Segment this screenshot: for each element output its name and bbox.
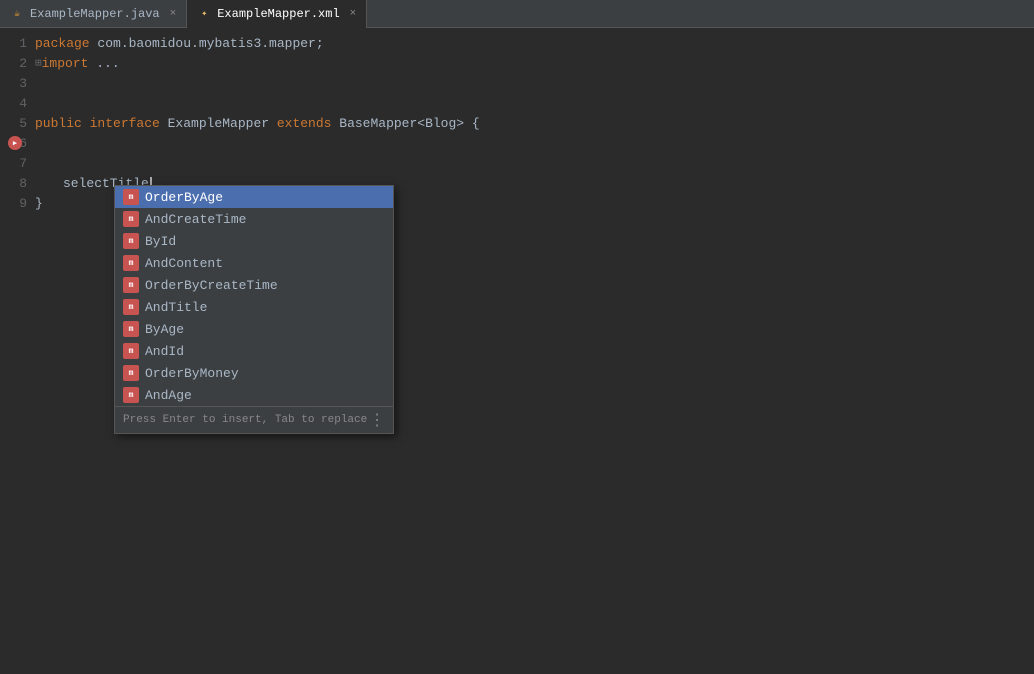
code-line-3: [35, 74, 1034, 94]
autocomplete-hint: Press Enter to insert, Tab to replace: [123, 414, 367, 426]
keyword-interface: interface: [90, 114, 168, 134]
autocomplete-list[interactable]: m OrderByAge m AndCreateTime m ById m An…: [115, 186, 393, 406]
base-class: BaseMapper<Blog>: [339, 114, 464, 134]
ac-icon-3: m: [123, 233, 139, 249]
tab-xml[interactable]: ✦ ExampleMapper.xml ×: [187, 0, 367, 28]
code-line-1: package com.baomidou.mybatis3.mapper;: [35, 34, 1034, 54]
autocomplete-dropdown: m OrderByAge m AndCreateTime m ById m An…: [114, 185, 394, 434]
autocomplete-item-6[interactable]: m AndTitle: [115, 296, 393, 318]
ac-icon-9: m: [123, 365, 139, 381]
xml-file-icon: ✦: [197, 7, 211, 21]
tab-java-label: ExampleMapper.java: [30, 7, 160, 21]
autocomplete-item-5[interactable]: m OrderByCreateTime: [115, 274, 393, 296]
autocomplete-item-2[interactable]: m AndCreateTime: [115, 208, 393, 230]
ac-icon-4: m: [123, 255, 139, 271]
ac-icon-6: m: [123, 299, 139, 315]
autocomplete-item-8[interactable]: m AndId: [115, 340, 393, 362]
keyword-package: package: [35, 34, 97, 54]
ac-label-10: AndAge: [145, 388, 192, 403]
ac-icon-8: m: [123, 343, 139, 359]
ac-label-7: ByAge: [145, 322, 184, 337]
autocomplete-item-4[interactable]: m AndContent: [115, 252, 393, 274]
ac-label-5: OrderByCreateTime: [145, 278, 278, 293]
keyword-extends: extends: [277, 114, 339, 134]
code-line-5: public interface ExampleMapper extends B…: [35, 114, 1034, 134]
tab-java[interactable]: ☕ ExampleMapper.java ×: [0, 0, 187, 28]
keyword-public: public: [35, 114, 90, 134]
close-brace: }: [35, 194, 43, 214]
autocomplete-item-9[interactable]: m OrderByMoney: [115, 362, 393, 384]
ac-label-6: AndTitle: [145, 300, 207, 315]
ac-label-3: ById: [145, 234, 176, 249]
ac-label-4: AndContent: [145, 256, 223, 271]
tab-java-close[interactable]: ×: [170, 8, 177, 20]
ac-icon-5: m: [123, 277, 139, 293]
java-file-icon: ☕: [10, 7, 24, 21]
ac-icon-1: m: [123, 189, 139, 205]
code-line-6: [35, 134, 1034, 154]
class-name: ExampleMapper: [168, 114, 277, 134]
tab-xml-close[interactable]: ×: [350, 8, 357, 20]
ac-icon-7: m: [123, 321, 139, 337]
package-name: com.baomidou.mybatis3.mapper;: [97, 34, 323, 54]
autocomplete-more-button[interactable]: ⋮: [369, 410, 385, 430]
tab-bar: ☕ ExampleMapper.java × ✦ ExampleMapper.x…: [0, 0, 1034, 28]
tab-xml-label: ExampleMapper.xml: [217, 7, 339, 21]
editor-area: 1 2 3 4 5 6 7 8 9 package com.baomidou.m…: [0, 28, 1034, 214]
run-icon[interactable]: ▶: [8, 136, 22, 150]
ac-label-9: OrderByMoney: [145, 366, 239, 381]
autocomplete-item-10[interactable]: m AndAge: [115, 384, 393, 406]
import-dots: ...: [96, 54, 119, 74]
code-line-2: ⊞import ...: [35, 54, 1034, 74]
code-line-7: [35, 154, 1034, 174]
ac-label-2: AndCreateTime: [145, 212, 246, 227]
autocomplete-footer: Press Enter to insert, Tab to replace ⋮: [115, 406, 393, 433]
autocomplete-item-1[interactable]: m OrderByAge: [115, 186, 393, 208]
gutter-run-icon[interactable]: ▶: [8, 136, 24, 152]
line-numbers: 1 2 3 4 5 6 7 8 9: [0, 32, 35, 214]
ac-label-8: AndId: [145, 344, 184, 359]
fold-indicator[interactable]: ⊞: [35, 54, 42, 74]
keyword-import: import: [42, 54, 97, 74]
ac-icon-2: m: [123, 211, 139, 227]
open-brace: {: [464, 114, 480, 134]
autocomplete-item-3[interactable]: m ById: [115, 230, 393, 252]
ac-icon-10: m: [123, 387, 139, 403]
code-line-4: [35, 94, 1034, 114]
autocomplete-item-7[interactable]: m ByAge: [115, 318, 393, 340]
ac-label-1: OrderByAge: [145, 190, 223, 205]
